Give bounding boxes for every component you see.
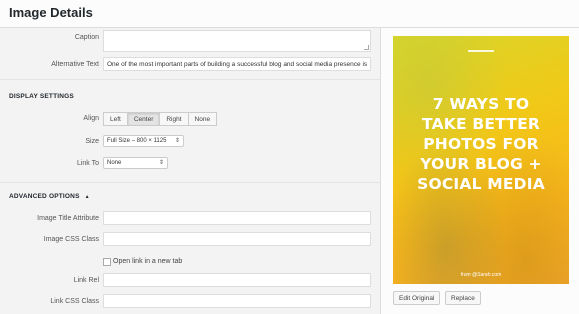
align-button-group: Left Center Right None	[103, 112, 218, 126]
image-preview: 7 WAYS TO TAKE BETTER PHOTOS FOR YOUR BL…	[393, 36, 569, 284]
size-select[interactable]: Full Size – 800 × 1125 ⇕	[103, 135, 184, 147]
size-label: Size	[85, 138, 99, 145]
align-right-button[interactable]: Right	[159, 112, 189, 126]
headline-line: 7 WAYS TO	[432, 95, 530, 113]
link-css-class-label: Link CSS Class	[50, 298, 99, 305]
decorative-bar	[468, 50, 494, 52]
headline-line: YOUR BLOG +	[420, 155, 542, 173]
edit-original-button[interactable]: Edit Original	[393, 291, 441, 305]
align-label: Align	[83, 115, 99, 122]
alt-text-field[interactable]: One of the most important parts of build…	[103, 57, 371, 71]
link-rel-field[interactable]	[103, 273, 371, 287]
divider	[0, 182, 381, 183]
align-left-button[interactable]: Left	[103, 112, 128, 126]
select-arrows-icon: ⇕	[158, 160, 164, 166]
image-title-attribute-field[interactable]	[103, 211, 371, 225]
link-to-select[interactable]: None ⇕	[103, 157, 168, 169]
headline-line: TAKE BETTER	[422, 115, 540, 133]
resize-handle-icon[interactable]	[364, 45, 369, 50]
align-none-button[interactable]: None	[187, 112, 218, 126]
align-center-button[interactable]: Center	[126, 112, 161, 126]
replace-button[interactable]: Replace	[445, 291, 481, 305]
select-arrows-icon: ⇕	[174, 138, 180, 144]
caption-field[interactable]	[103, 30, 371, 52]
display-settings-heading: DISPLAY SETTINGS	[9, 93, 74, 100]
link-to-select-value: None	[107, 160, 122, 166]
alt-text-label: Alternative Text	[51, 61, 99, 68]
link-rel-label: Link Rel	[73, 277, 99, 284]
image-css-class-label: Image CSS Class	[43, 236, 99, 243]
preview-source-text: from @Sarah.com	[460, 272, 502, 278]
image-css-class-field[interactable]	[103, 232, 371, 246]
open-new-tab-checkbox[interactable]	[103, 258, 111, 266]
advanced-options-toggle[interactable]: ADVANCED OPTIONS ▲	[9, 193, 90, 200]
headline-line: PHOTOS FOR	[423, 135, 539, 153]
divider	[0, 79, 381, 80]
link-css-class-field[interactable]	[103, 294, 371, 308]
size-select-value: Full Size – 800 × 1125	[107, 138, 167, 144]
image-title-attribute-label: Image Title Attribute	[37, 215, 99, 222]
advanced-options-heading: ADVANCED OPTIONS	[9, 193, 80, 200]
headline-line: SOCIAL MEDIA	[417, 175, 545, 193]
preview-headline: 7 WAYS TO TAKE BETTER PHOTOS FOR YOUR BL…	[393, 94, 569, 194]
modal-header: Image Details	[0, 0, 579, 28]
link-to-label: Link To	[76, 160, 99, 167]
triangle-up-icon: ▲	[84, 194, 90, 200]
open-new-tab-label[interactable]: Open link in a new tab	[113, 258, 182, 265]
page-title: Image Details	[9, 5, 93, 20]
caption-label: Caption	[74, 34, 99, 41]
